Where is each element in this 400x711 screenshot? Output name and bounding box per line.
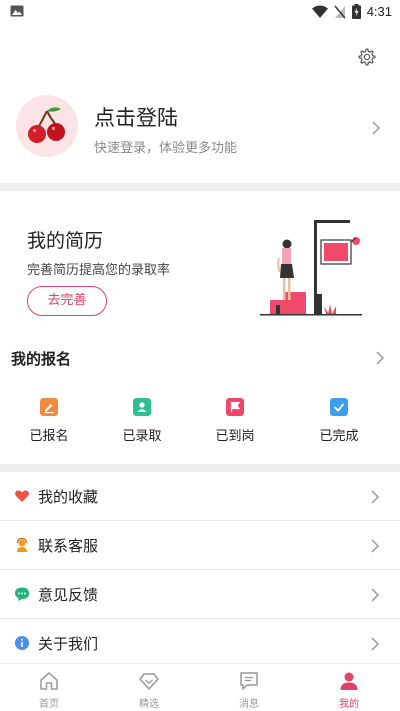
heart-icon (15, 490, 29, 502)
status-label: 已录取 (122, 429, 162, 444)
status-label: 已报名 (29, 429, 69, 444)
diamond-icon (139, 673, 159, 690)
menu-about-us[interactable]: 关于我们 (0, 619, 400, 668)
menu-label: 意见反馈 (38, 586, 99, 604)
menu-feedback[interactable]: 意见反馈 (0, 570, 400, 619)
tab-label: 消息 (239, 699, 259, 710)
login-title: 点击登陆 (94, 106, 178, 130)
menu-favorites[interactable]: 我的收藏 (0, 472, 400, 521)
status-label: 已到岗 (215, 429, 255, 444)
tab-label: 精选 (139, 699, 159, 710)
section-divider (0, 464, 400, 472)
chevron-right-icon[interactable] (375, 350, 385, 366)
tab-featured[interactable]: 精选 (119, 670, 179, 710)
bottom-tab-bar: 首页 精选 消息 我的 (0, 663, 400, 711)
battery-icon (351, 4, 361, 19)
chevron-right-icon (371, 588, 380, 602)
profile-login-row[interactable]: 点击登陆 快速登录，体验更多功能 (0, 90, 400, 170)
status-bar: 4:31 (0, 0, 400, 24)
status-registered[interactable]: 已报名 (19, 396, 79, 446)
menu-label: 联系客服 (38, 537, 99, 555)
tab-messages[interactable]: 消息 (219, 670, 279, 710)
clock: 4:31 (366, 4, 392, 19)
status-admitted[interactable]: 已录取 (112, 396, 172, 446)
avatar (16, 95, 78, 157)
chevron-right-icon (371, 490, 380, 504)
status-completed[interactable]: 已完成 (309, 396, 369, 446)
tab-label: 我的 (339, 699, 359, 710)
menu-customer-service[interactable]: 联系客服 (0, 521, 400, 570)
no-signal-icon (334, 5, 346, 18)
wifi-icon (311, 5, 328, 18)
registration-title: 我的报名 (11, 350, 72, 368)
info-icon (15, 636, 29, 650)
check-icon (330, 398, 348, 416)
complete-resume-button[interactable]: 去完善 (27, 286, 107, 316)
menu-label: 我的收藏 (38, 488, 99, 506)
chevron-right-icon (371, 539, 380, 553)
edit-icon (40, 398, 58, 416)
flag-icon (226, 398, 244, 416)
woman-lamp-illustration (260, 220, 362, 316)
person-icon (340, 672, 358, 690)
cherry-avatar-icon (28, 107, 65, 143)
resume-title: 我的简历 (27, 230, 104, 252)
settings-gear-icon[interactable] (357, 47, 377, 67)
home-icon (40, 672, 58, 690)
message-icon (240, 672, 258, 690)
user-card-icon (133, 398, 151, 416)
menu-label: 关于我们 (38, 635, 99, 653)
tab-label: 首页 (39, 699, 59, 710)
feedback-icon (15, 587, 29, 601)
status-label: 已完成 (319, 429, 359, 444)
status-onboard[interactable]: 已到岗 (205, 396, 265, 446)
tab-mine[interactable]: 我的 (319, 670, 379, 710)
customer-service-icon (16, 537, 28, 552)
chevron-right-icon (371, 637, 380, 651)
resume-subtitle: 完善简历提高您的录取率 (27, 263, 171, 278)
tab-home[interactable]: 首页 (19, 670, 79, 710)
login-subtitle: 快速登录，体验更多功能 (94, 141, 238, 156)
section-divider (0, 183, 400, 191)
chevron-right-icon (372, 121, 381, 135)
image-notification-icon (10, 5, 24, 17)
